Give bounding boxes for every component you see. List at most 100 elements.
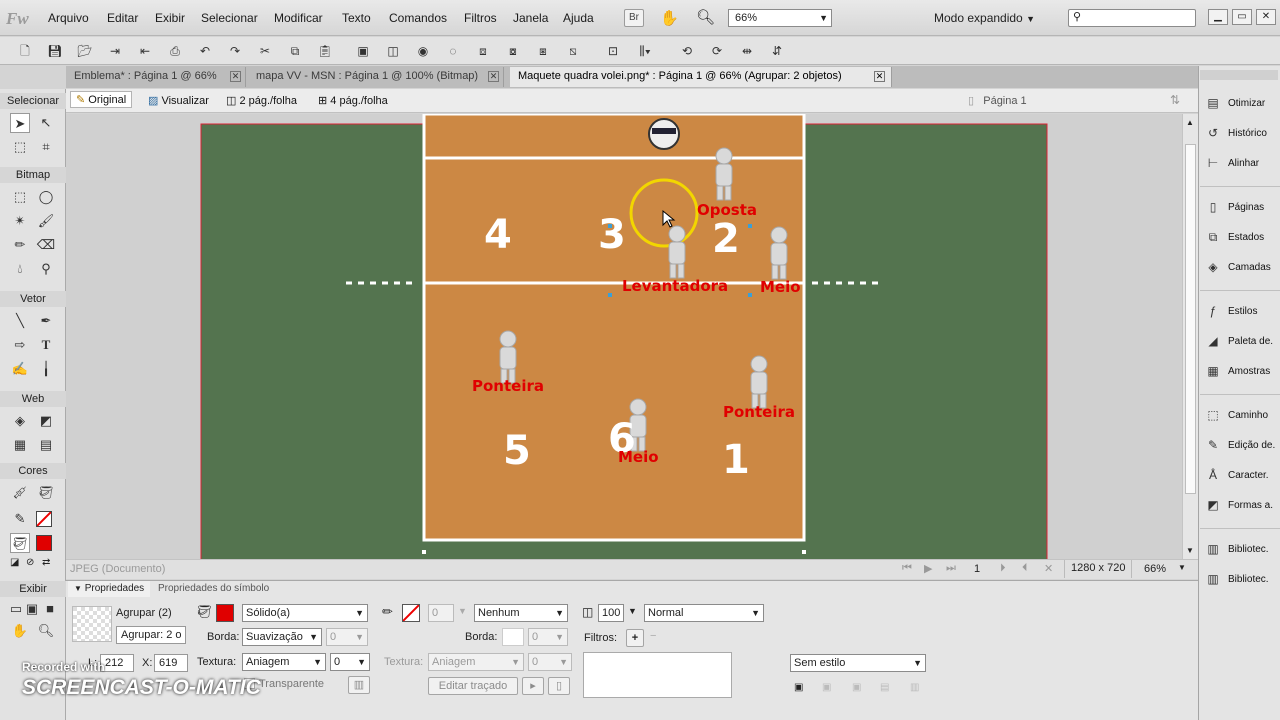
first-frame-icon[interactable]: ⏮	[902, 562, 912, 575]
border-select[interactable]: Suavização ▼	[242, 628, 322, 646]
zoom-select[interactable]: 66% ▼	[728, 9, 832, 27]
filters-list[interactable]	[583, 652, 732, 698]
stroke-color-swatch[interactable]	[402, 604, 420, 622]
fill-color-swatch[interactable]	[36, 535, 52, 551]
canvas-size[interactable]: 1280 x 720	[1064, 560, 1133, 578]
minimize-button[interactable]: ▁	[1208, 9, 1228, 25]
panel-pages[interactable]: ▯ Páginas	[1204, 197, 1280, 219]
hotspot-tool-icon[interactable]: ◈	[10, 411, 30, 431]
knife-tool-icon[interactable]: ╽	[36, 359, 56, 379]
eraser-tool-icon[interactable]: ⌫	[36, 235, 56, 255]
text-tool-icon[interactable]: T	[36, 335, 56, 355]
flip-vertical-icon[interactable]: ⇵	[768, 42, 786, 60]
panel-dock-header[interactable]	[1200, 70, 1278, 80]
new-style-icon[interactable]: ▣	[794, 682, 803, 693]
maximize-button[interactable]: ▭	[1232, 9, 1252, 25]
play-icon[interactable]: ▶	[924, 562, 932, 575]
blur-tool-icon[interactable]: 💧︎	[10, 259, 30, 279]
close-icon[interactable]: ✕	[1044, 562, 1053, 575]
canvas-area[interactable]: 4 3 2 5 6 1 Oposta Levantadora Meio Pont…	[66, 114, 1182, 559]
stroke-edge-select[interactable]: 0 ▼	[528, 628, 568, 646]
width-input[interactable]: 212	[100, 654, 134, 672]
stamp-tool-icon[interactable]: ⚲	[36, 259, 56, 279]
paste-icon[interactable]: 📋︎	[316, 42, 334, 60]
save-icon[interactable]: 💾︎	[46, 42, 64, 60]
swap-colors-icon[interactable]: ⇄	[42, 557, 50, 568]
menu-janela[interactable]: Janela	[513, 11, 548, 25]
next-frame-icon[interactable]: ⏵	[1000, 562, 1006, 575]
shape-tool-icon[interactable]: ⇨	[10, 335, 30, 355]
hide-slices-icon[interactable]: ▦	[10, 435, 30, 455]
chevron-down-icon[interactable]: ▼	[458, 606, 467, 616]
brush-tool-icon[interactable]: 🖌︎	[36, 211, 56, 231]
tab-properties[interactable]: ▼ Propriedades	[68, 581, 151, 597]
page-options-icon[interactable]: ⇅	[1170, 93, 1180, 107]
full-screen-menu-icon[interactable]: ▣	[22, 599, 42, 619]
group-icon[interactable]: ▣	[354, 42, 372, 60]
redo-icon[interactable]: ↷	[226, 42, 244, 60]
style-select[interactable]: Sem estilo ▼	[790, 654, 926, 672]
page-selector[interactable]: ▯ Página 1	[968, 94, 1027, 107]
scale-tool-icon[interactable]: ⬚	[10, 137, 30, 157]
texture-amount-select[interactable]: 0 ▼	[330, 653, 370, 671]
line-tool-icon[interactable]: ╲	[10, 311, 30, 331]
close-icon[interactable]: ✕	[488, 71, 499, 82]
rotate-right-icon[interactable]: ⟳	[708, 42, 726, 60]
menu-arquivo[interactable]: Arquivo	[48, 11, 89, 25]
panel-special-characters[interactable]: Å Caracter.	[1204, 465, 1280, 487]
default-colors-icon[interactable]: ◪	[10, 557, 19, 568]
stroke-options-button[interactable]: ▸	[522, 677, 544, 695]
x-input[interactable]: 619	[154, 654, 188, 672]
panel-palette[interactable]: ◢ Paleta de.	[1204, 331, 1280, 353]
menu-ajuda[interactable]: Ajuda	[563, 11, 594, 25]
cut-icon[interactable]: ✂	[256, 42, 274, 60]
no-stroke-icon[interactable]: ⊘	[26, 557, 34, 568]
bridge-button[interactable]: Br	[624, 9, 644, 27]
search-input[interactable]: ⚲	[1068, 9, 1196, 27]
chevron-down-icon[interactable]: ▼	[628, 606, 637, 616]
stroke-texture-select[interactable]: Aniagem ▼	[428, 653, 524, 671]
lasso-tool-icon[interactable]: ◯	[36, 187, 56, 207]
slice-tool-icon[interactable]: ◩	[36, 411, 56, 431]
tab-emblema[interactable]: Emblema* : Página 1 @ 66% ✕	[66, 67, 246, 87]
two-up-button[interactable]: ◫ 2 pág./folha	[226, 94, 297, 107]
stroke-size-input[interactable]: 0	[428, 604, 454, 622]
workspace-switcher[interactable]: Modo expandido ▼	[934, 11, 1035, 25]
fill-options-button[interactable]: ▥	[348, 676, 370, 694]
copy-icon[interactable]: ⧉	[286, 42, 304, 60]
panel-common-library[interactable]: ▥ Bibliotec.	[1204, 569, 1280, 591]
object-name-input[interactable]: Agrupar: 2 o	[116, 626, 186, 644]
combine-icon[interactable]: ◉	[414, 42, 432, 60]
tab-symbol-properties[interactable]: Propriedades do símbolo	[152, 581, 275, 597]
paint-bucket-icon[interactable]: 🪣︎	[36, 483, 56, 503]
scroll-thumb[interactable]	[1185, 144, 1196, 494]
blend-mode-select[interactable]: Normal ▼	[644, 604, 764, 622]
stroke-edge-swatch[interactable]	[502, 628, 524, 646]
crop-tool-icon[interactable]: ⌗	[36, 137, 56, 157]
redefine-style-icon[interactable]: ▣	[822, 682, 831, 693]
show-slices-icon[interactable]: ▤	[36, 435, 56, 455]
menu-editar[interactable]: Editar	[107, 11, 138, 25]
subselect-tool-icon[interactable]: ↖	[36, 113, 56, 133]
bring-forward-icon[interactable]: ⧇	[504, 42, 522, 60]
scroll-down-icon[interactable]: ▼	[1186, 546, 1194, 555]
menu-exibir[interactable]: Exibir	[155, 11, 185, 25]
print-icon[interactable]: ⎙	[166, 42, 184, 60]
panel-image-edit[interactable]: ✎ Edição de.	[1204, 435, 1280, 457]
close-window-button[interactable]: ✕	[1256, 9, 1276, 25]
full-screen-icon[interactable]: ■	[40, 599, 60, 619]
hand-tool-icon[interactable]: ✋	[660, 9, 679, 27]
magic-wand-icon[interactable]: ✴	[10, 211, 30, 231]
zoom-tool-icon[interactable]: 🔍︎	[36, 621, 56, 641]
opacity-input[interactable]: 100	[598, 604, 624, 622]
vertical-scrollbar[interactable]: ▲ ▼	[1182, 114, 1198, 559]
remove-filter-icon[interactable]: −	[650, 630, 656, 642]
stroke-position-button[interactable]: ▯	[548, 677, 570, 695]
menu-texto[interactable]: Texto	[342, 11, 371, 25]
original-view-button[interactable]: ✎ Original	[70, 91, 133, 108]
zoom-icon[interactable]: 🔍︎	[696, 8, 715, 26]
clear-overrides-icon[interactable]: ▤	[880, 682, 889, 693]
panel-optimize[interactable]: ▤ Otimizar	[1204, 93, 1280, 115]
panel-document-library[interactable]: ▥ Bibliotec.	[1204, 539, 1280, 561]
tab-maquete-quadra[interactable]: Maquete quadra volei.png* : Página 1 @ 6…	[510, 67, 892, 87]
